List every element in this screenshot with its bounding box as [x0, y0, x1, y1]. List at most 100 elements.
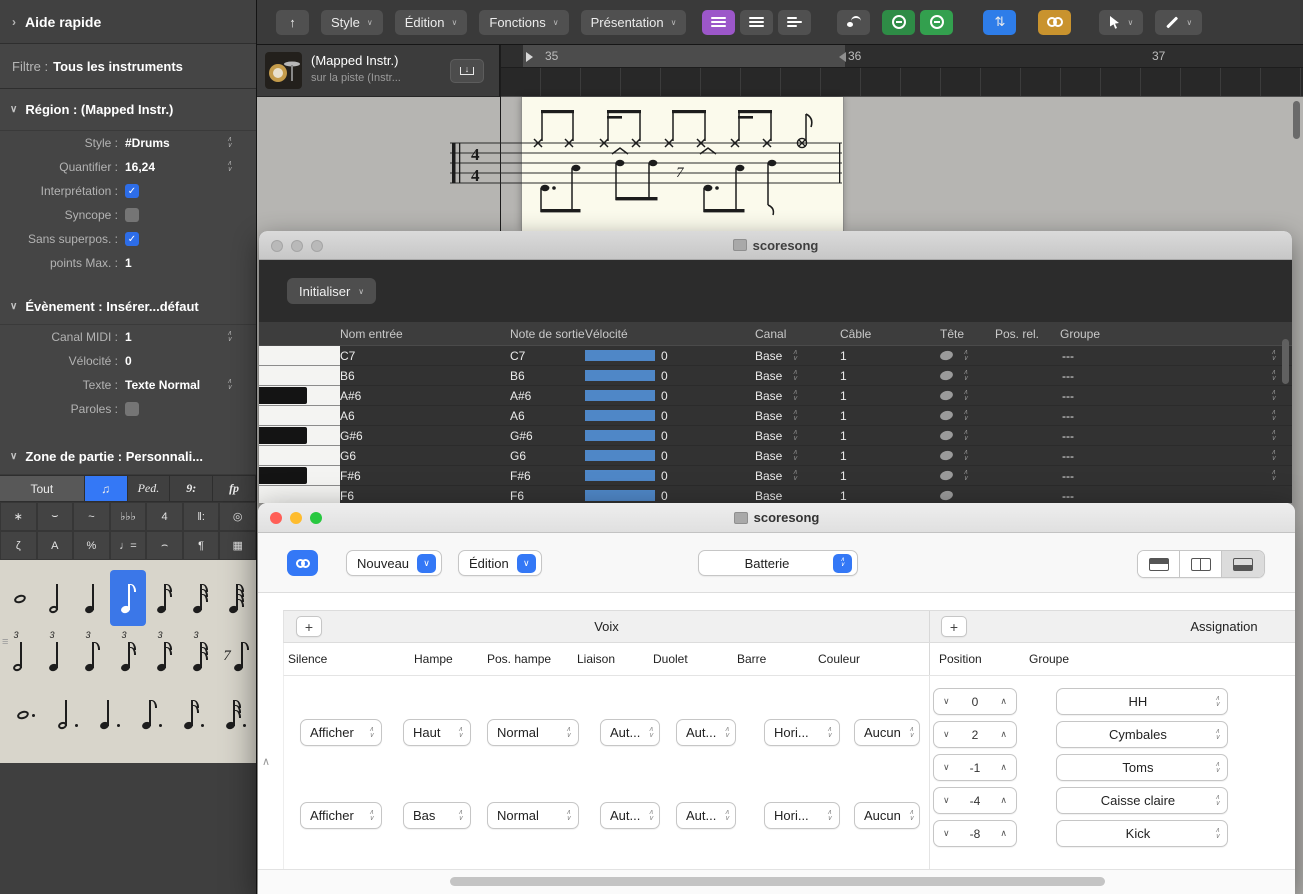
stepper[interactable]	[227, 331, 232, 343]
cell-note-out[interactable]: G#6	[510, 426, 585, 446]
silence-dropdown[interactable]: Afficher	[300, 802, 382, 829]
tab-tout[interactable]: Tout	[0, 476, 85, 501]
stem-pos-dropdown[interactable]: Normal	[487, 719, 579, 746]
note-sixtyfourth-button[interactable]	[218, 570, 254, 626]
cell-group[interactable]: ---	[1060, 486, 1292, 503]
stepper[interactable]	[792, 430, 797, 442]
cell-velocity[interactable]: 0	[585, 486, 755, 503]
checkbox-unchecked[interactable]	[125, 402, 139, 416]
slur-button[interactable]: ⌣	[37, 502, 74, 531]
traffic-lights[interactable]	[270, 512, 322, 524]
tie-dropdown[interactable]: Aut...	[600, 719, 660, 746]
note-input-tool-button[interactable]	[837, 10, 870, 35]
cell-note-out[interactable]: B6	[510, 366, 585, 386]
tab-pedal[interactable]: Ped.	[128, 476, 171, 501]
layout-single-button[interactable]	[1138, 551, 1180, 577]
triplet-sixteenth-button[interactable]	[146, 628, 182, 684]
cell-velocity[interactable]: 0	[585, 406, 755, 426]
dotted-sixteenth-button[interactable]	[170, 686, 212, 742]
cell-channel[interactable]: Base	[755, 406, 840, 426]
ruler-selected-region[interactable]	[523, 45, 845, 67]
new-style-menu[interactable]: Nouveau	[346, 550, 442, 576]
drum-notation-staff[interactable]: 4 4 7	[450, 100, 845, 231]
traffic-lights-inactive[interactable]	[271, 240, 323, 252]
note-whole-button[interactable]	[2, 570, 38, 626]
checkbox-checked[interactable]	[125, 232, 139, 246]
stem-dropdown[interactable]: Bas	[403, 802, 471, 829]
stepper[interactable]	[1271, 410, 1276, 422]
cell-head[interactable]	[940, 346, 995, 366]
layout-bottom-button[interactable]	[1222, 551, 1264, 577]
cycle-start-marker[interactable]	[526, 52, 533, 62]
stepper[interactable]	[963, 390, 968, 402]
cell-head[interactable]	[940, 466, 995, 486]
cell-velocity[interactable]: 0	[585, 366, 755, 386]
stepper[interactable]	[963, 410, 968, 422]
trill-button[interactable]: ~	[73, 502, 110, 531]
stepper[interactable]	[1271, 350, 1276, 362]
window-titlebar[interactable]: scoresong	[258, 503, 1295, 533]
dotted-eighth-button[interactable]	[128, 686, 170, 742]
paragraph-button[interactable]: ¶	[183, 531, 220, 560]
piano-key[interactable]	[259, 446, 340, 466]
dotted-whole-button[interactable]	[2, 686, 44, 742]
triplet-quarter-button[interactable]	[38, 628, 74, 684]
position-stepper[interactable]: -1	[933, 754, 1017, 781]
disclosure-icon[interactable]	[10, 301, 17, 312]
mapping-vertical-scrollbar[interactable]	[1282, 339, 1289, 384]
fermata-button[interactable]: ⌢	[146, 531, 183, 560]
cell-channel[interactable]: Base	[755, 386, 840, 406]
tab-notes[interactable]	[85, 476, 128, 501]
cell-rel-pos[interactable]	[995, 366, 1060, 386]
midi-in-button[interactable]	[882, 10, 915, 35]
cell-channel[interactable]: Base	[755, 486, 840, 503]
cell-head[interactable]	[940, 366, 995, 386]
view-mode-page-button[interactable]	[778, 10, 811, 35]
stepper[interactable]	[227, 161, 232, 173]
cell-name[interactable]: F6	[340, 486, 510, 503]
cell-head[interactable]	[940, 386, 995, 406]
cell-cable[interactable]: 1	[840, 486, 940, 503]
cell-name[interactable]: A6	[340, 406, 510, 426]
stepper[interactable]	[963, 470, 968, 482]
horizontal-scrollbar-thumb[interactable]	[450, 877, 1105, 886]
close-button[interactable]	[270, 512, 282, 524]
piano-key-black[interactable]	[259, 466, 340, 486]
triplet-thirtysecond-button[interactable]	[182, 628, 218, 684]
row-value[interactable]: 1	[125, 330, 227, 344]
cell-name[interactable]: A#6	[340, 386, 510, 406]
cell-rel-pos[interactable]	[995, 426, 1060, 446]
repeat-sign-button[interactable]: ‖:	[183, 502, 220, 531]
group-dropdown[interactable]: Toms	[1056, 754, 1228, 781]
cell-rel-pos[interactable]	[995, 446, 1060, 466]
cell-head[interactable]	[940, 426, 995, 446]
cell-group[interactable]: ---	[1060, 366, 1292, 386]
checkbox-unchecked[interactable]	[125, 208, 139, 222]
stepper[interactable]	[227, 137, 232, 149]
cell-name[interactable]: B6	[340, 366, 510, 386]
cell-group[interactable]: ---	[1060, 386, 1292, 406]
edit-style-menu[interactable]: Édition	[458, 550, 542, 576]
move-up-button[interactable]	[276, 10, 309, 35]
rest-note-combo-button[interactable]	[218, 628, 254, 684]
cell-cable[interactable]: 1	[840, 466, 940, 486]
disclosure-icon[interactable]: ›	[12, 15, 16, 29]
cell-velocity[interactable]: 0	[585, 346, 755, 366]
dotted-quarter-button[interactable]	[86, 686, 128, 742]
time-signature-button[interactable]: 4	[146, 502, 183, 531]
cycle-end-marker[interactable]	[839, 52, 846, 62]
cell-rel-pos[interactable]	[995, 406, 1060, 426]
percent-repeat-button[interactable]: %	[73, 531, 110, 560]
position-stepper[interactable]: 2	[933, 721, 1017, 748]
stepper[interactable]	[227, 379, 232, 391]
piano-key[interactable]	[259, 406, 340, 426]
note-half-button[interactable]	[38, 570, 74, 626]
stem-dropdown[interactable]: Haut	[403, 719, 471, 746]
tuplet-dropdown[interactable]: Aut...	[676, 719, 736, 746]
style-select-popup[interactable]: Batterie	[698, 550, 858, 576]
rest-button[interactable]: ζ	[0, 531, 37, 560]
cell-name[interactable]: F#6	[340, 466, 510, 486]
ornament-button[interactable]: ∗	[0, 502, 37, 531]
dotted-thirtysecond-button[interactable]	[212, 686, 254, 742]
cell-head[interactable]	[940, 486, 995, 503]
